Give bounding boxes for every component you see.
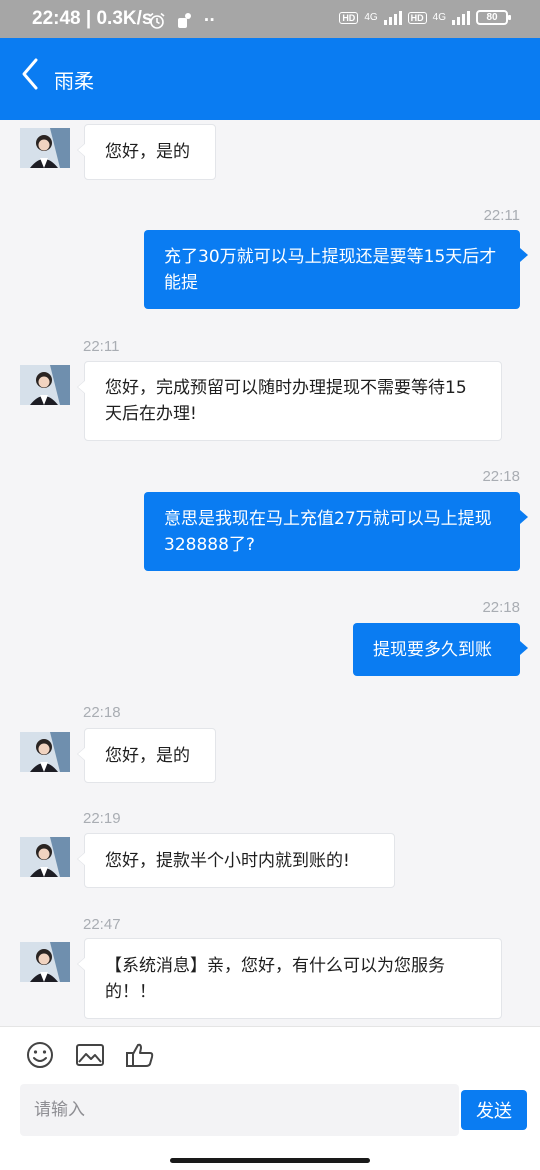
message-timestamp: 22:18 [482, 468, 520, 485]
emoji-icon [27, 1042, 53, 1068]
message-text: 您好，提款半个小时内就到账的! [105, 850, 350, 871]
agent-avatar-image [20, 128, 70, 168]
page-title: 雨柔 [54, 69, 94, 93]
message-timestamp: 22:11 [483, 207, 520, 224]
avatar[interactable] [20, 732, 70, 772]
status-right-group: HD 4G HD 4G 80 [339, 10, 511, 25]
battery-icon: 80 [476, 10, 511, 25]
message-bubble-incoming[interactable]: 您好，完成预留可以随时办理提现不需要等待15天后在办理! [77, 361, 502, 441]
message-text: 充了30万就可以马上提现还是要等15天后才能提 [164, 246, 497, 293]
message-text: 【系统消息】亲，您好，有什么可以为您服务的！！ [105, 955, 445, 1002]
message-bubble-incoming[interactable]: 您好，提款半个小时内就到账的! [77, 833, 395, 888]
image-icon [76, 1044, 104, 1066]
message-list[interactable]: 您好，是的 22:11 充了30万就可以马上提现还是要等15天后才能提 22:1… [0, 120, 540, 1026]
message-input[interactable] [20, 1084, 459, 1136]
more-dots-icon: ·· [203, 11, 215, 29]
home-indicator[interactable] [170, 1158, 370, 1163]
alarm-icon [149, 12, 165, 29]
message-bubble-outgoing[interactable]: 意思是我现在马上充值27万就可以马上提现328888了? [144, 492, 528, 571]
avatar[interactable] [20, 128, 70, 168]
message-bubble-incoming[interactable]: 【系统消息】亲，您好，有什么可以为您服务的！！ [77, 938, 502, 1019]
thumbs-up-icon [126, 1043, 154, 1067]
emoji-button[interactable] [25, 1041, 55, 1069]
avatar[interactable] [20, 837, 70, 877]
agent-avatar-image [20, 732, 70, 772]
signal-icon [383, 10, 402, 25]
status-notification-icons: ·· [148, 11, 215, 30]
send-button[interactable]: 发送 [461, 1090, 527, 1130]
message-bubble-incoming[interactable]: 您好，是的 [77, 728, 216, 783]
network-type-2: 4G [432, 12, 446, 23]
message-timestamp: 22:47 [83, 916, 121, 933]
hd-badge-1: HD [339, 11, 359, 24]
message-bubble-outgoing[interactable]: 提现要多久到账 [353, 623, 528, 676]
message-text: 您好，是的 [105, 745, 190, 766]
message-timestamp: 22:11 [83, 338, 120, 355]
message-timestamp: 22:19 [83, 810, 121, 827]
avatar[interactable] [20, 365, 70, 405]
message-text: 提现要多久到账 [373, 639, 492, 660]
status-time-speed: 22:48 | 0.3K/s [32, 8, 153, 29]
composer-bar: 发送 [0, 1026, 540, 1170]
back-button[interactable] [16, 54, 52, 94]
like-button[interactable] [125, 1041, 155, 1069]
image-button[interactable] [75, 1041, 105, 1069]
agent-avatar-image [20, 942, 70, 982]
hd-badge-2: HD [407, 11, 427, 24]
signal-icon [452, 10, 470, 25]
chat-header: 雨柔 [0, 38, 540, 120]
message-text: 您好，完成预留可以随时办理提现不需要等待15天后在办理! [105, 378, 467, 424]
network-type-1: 4G [364, 12, 378, 23]
message-text: 您好，是的 [105, 142, 190, 162]
status-bar: 22:48 | 0.3K/s ·· HD 4G HD 4G 80 [0, 0, 540, 38]
agent-avatar-image [20, 837, 70, 877]
app-notification-icon [177, 12, 191, 28]
back-icon [22, 58, 38, 90]
message-bubble-outgoing[interactable]: 充了30万就可以马上提现还是要等15天后才能提 [144, 230, 528, 309]
message-text: 意思是我现在马上充值27万就可以马上提现328888了? [164, 508, 492, 555]
message-bubble-incoming[interactable]: 您好，是的 [77, 124, 216, 180]
message-timestamp: 22:18 [482, 599, 520, 616]
avatar[interactable] [20, 942, 70, 982]
agent-avatar-image [20, 365, 70, 405]
message-timestamp: 22:18 [83, 704, 121, 721]
